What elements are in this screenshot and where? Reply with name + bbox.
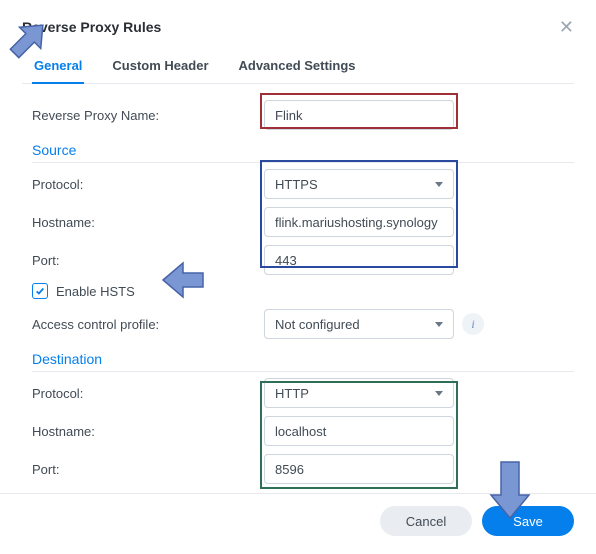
- dialog-title: Reverse Proxy Rules: [22, 19, 161, 35]
- access-control-profile-select[interactable]: Not configured: [264, 309, 454, 339]
- dialog-footer: Cancel Save: [0, 493, 596, 554]
- chevron-down-icon: [435, 322, 443, 327]
- destination-protocol-select[interactable]: HTTP: [264, 378, 454, 408]
- destination-section-title: Destination: [32, 351, 574, 372]
- checkmark-icon: [35, 286, 45, 296]
- destination-protocol-value: HTTP: [275, 386, 309, 401]
- close-icon[interactable]: ✕: [559, 18, 574, 36]
- enable-hsts-label: Enable HSTS: [56, 284, 135, 299]
- chevron-down-icon: [435, 391, 443, 396]
- reverse-proxy-name-label: Reverse Proxy Name:: [32, 108, 264, 123]
- source-protocol-select[interactable]: HTTPS: [264, 169, 454, 199]
- tab-general[interactable]: General: [32, 52, 84, 83]
- source-section-title: Source: [32, 142, 574, 163]
- destination-port-label: Port:: [32, 462, 264, 477]
- source-protocol-label: Protocol:: [32, 177, 264, 192]
- destination-hostname-input[interactable]: [264, 416, 454, 446]
- source-port-input[interactable]: [264, 245, 454, 275]
- access-control-profile-label: Access control profile:: [32, 317, 264, 332]
- chevron-down-icon: [435, 182, 443, 187]
- source-port-label: Port:: [32, 253, 264, 268]
- cancel-button[interactable]: Cancel: [380, 506, 472, 536]
- tab-advanced-settings[interactable]: Advanced Settings: [237, 52, 358, 83]
- source-hostname-label: Hostname:: [32, 215, 264, 230]
- info-icon[interactable]: i: [462, 313, 484, 335]
- enable-hsts-checkbox[interactable]: [32, 283, 48, 299]
- destination-protocol-label: Protocol:: [32, 386, 264, 401]
- source-hostname-input[interactable]: [264, 207, 454, 237]
- source-protocol-value: HTTPS: [275, 177, 318, 192]
- destination-hostname-label: Hostname:: [32, 424, 264, 439]
- tab-custom-header[interactable]: Custom Header: [110, 52, 210, 83]
- tabs: General Custom Header Advanced Settings: [22, 52, 574, 84]
- reverse-proxy-name-input[interactable]: [264, 100, 454, 130]
- destination-port-input[interactable]: [264, 454, 454, 484]
- access-control-profile-value: Not configured: [275, 317, 360, 332]
- save-button[interactable]: Save: [482, 506, 574, 536]
